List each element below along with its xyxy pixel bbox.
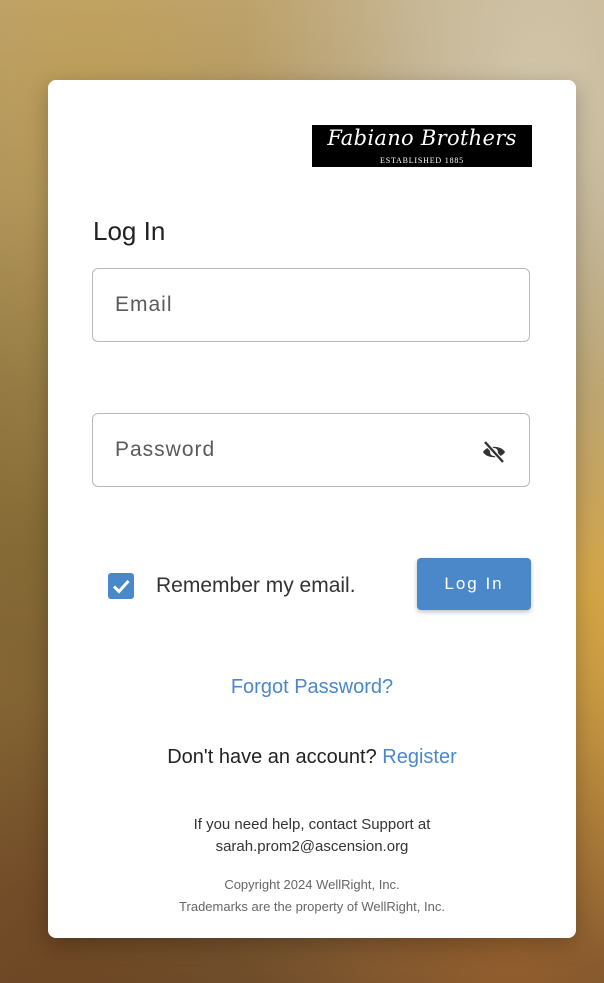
remember-checkbox[interactable] — [108, 573, 134, 599]
company-logo: Fabiano Brothers ESTABLISHED 1885 — [312, 125, 532, 167]
support-email: sarah.prom2@ascension.org — [215, 838, 409, 855]
page-title: Log In — [93, 216, 166, 246]
eye-off-icon[interactable] — [481, 440, 507, 464]
forgot-password-link[interactable]: Forgot Password? — [48, 676, 576, 699]
no-account-text: Don't have an account? — [167, 746, 377, 768]
help-text: If you need help, contact Support at sar… — [48, 814, 576, 858]
checkmark-icon — [112, 579, 130, 594]
email-field[interactable] — [92, 268, 530, 342]
logo-name: Fabiano Brothers — [327, 126, 517, 150]
login-card: Fabiano Brothers ESTABLISHED 1885 Log In… — [48, 80, 576, 938]
register-prompt: Don't have an account? Register — [48, 746, 576, 769]
password-input[interactable] — [93, 414, 529, 486]
email-input[interactable] — [93, 269, 529, 341]
copyright-block: Copyright 2024 WellRight, Inc. Trademark… — [48, 874, 576, 918]
logo-tagline: ESTABLISHED 1885 — [380, 156, 464, 165]
register-link[interactable]: Register — [382, 746, 456, 768]
help-line: If you need help, contact Support at — [193, 816, 431, 833]
login-button[interactable]: Log In — [417, 558, 531, 610]
trademark-text: Trademarks are the property of WellRight… — [179, 899, 445, 914]
password-field[interactable] — [92, 413, 530, 487]
copyright-text: Copyright 2024 WellRight, Inc. — [224, 877, 400, 892]
remember-label[interactable]: Remember my email. — [156, 574, 356, 598]
